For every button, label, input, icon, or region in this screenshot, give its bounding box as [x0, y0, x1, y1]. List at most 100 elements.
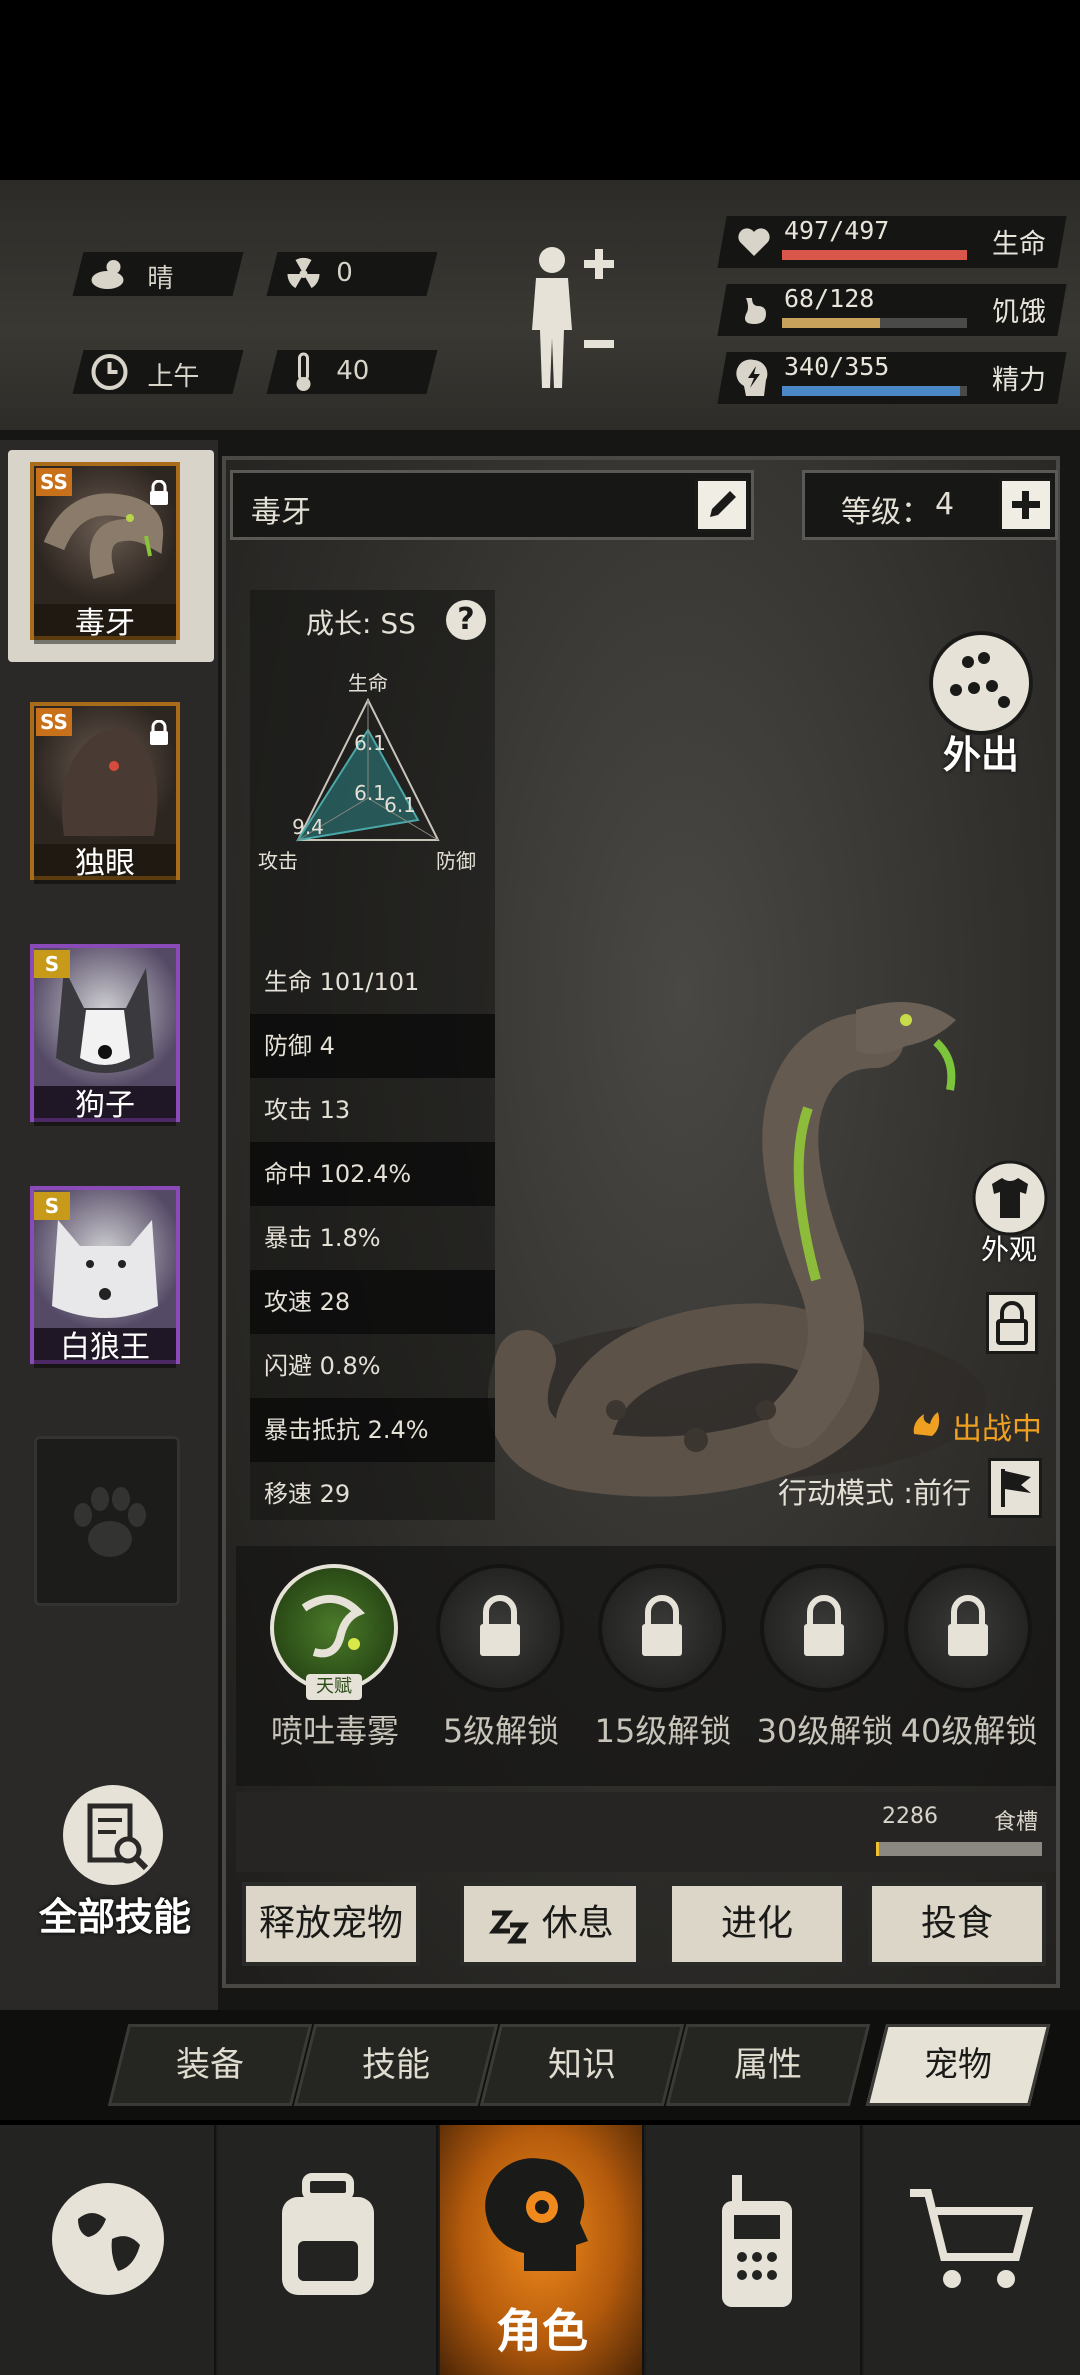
skill-label: 40级解锁	[900, 1712, 1038, 1750]
all-skills-label: 全部技能	[38, 1895, 191, 1939]
health-label: 生命	[992, 229, 1046, 260]
locked-skill-icon	[904, 1564, 1032, 1692]
pet-slot-name: 狗子	[34, 1086, 176, 1126]
locked-skill-icon	[598, 1564, 726, 1692]
pet-slot-name: 独眼	[34, 844, 176, 884]
food-label: 食槽	[994, 1810, 1039, 1835]
time-of-day: 上午	[147, 362, 200, 392]
sleep-zz-icon	[489, 1910, 530, 1944]
stat-defense: 防御 4	[250, 1014, 495, 1078]
feed-button[interactable]: 投食	[868, 1882, 1046, 1966]
radar-left-label: 攻击	[258, 849, 298, 873]
skill-slot-4[interactable]: 40级解锁	[884, 1564, 1054, 1752]
radar-right-value: 6.1	[384, 793, 416, 817]
magnifier-document-icon	[63, 1785, 163, 1885]
pet-name-field[interactable]: 毒牙	[230, 470, 754, 540]
skill-slot-0[interactable]: 天赋 喷吐毒雾	[250, 1564, 420, 1752]
shirt-icon	[972, 1160, 1048, 1236]
clock-icon	[91, 354, 128, 390]
lock-pet-button[interactable]	[986, 1292, 1038, 1354]
empty-pet-slot[interactable]	[34, 1436, 180, 1606]
all-skills-button[interactable]: 全部技能	[20, 1780, 210, 1940]
tab-pets[interactable]: 宠物	[865, 2024, 1051, 2106]
food-amount: 2286	[882, 1804, 938, 1829]
weather-text: 晴	[147, 264, 174, 294]
lock-icon	[996, 1301, 1028, 1345]
food-track	[876, 1842, 1042, 1856]
pet-list-sidebar: 毒牙 SS 独眼 SS 狗子 S 白狼王 S 全部技能	[0, 440, 218, 2010]
tab-attributes[interactable]: 属性	[665, 2024, 871, 2106]
pet-slot-3[interactable]: 白狼王 S	[30, 1186, 180, 1368]
tab-knowledge[interactable]: 知识	[479, 2024, 685, 2106]
battle-status-text: 出战中	[952, 1412, 1042, 1447]
level-field: 等级： 4	[802, 470, 1058, 540]
energy-fill	[782, 386, 960, 396]
action-mode-button[interactable]	[988, 1458, 1042, 1518]
rename-button[interactable]	[695, 478, 749, 532]
head-gear-icon	[485, 2158, 588, 2271]
pet-slot-1[interactable]: 独眼 SS	[30, 702, 180, 884]
stat-health: 生命 101/101	[264, 968, 420, 996]
head-bolt-icon	[736, 359, 768, 396]
action-mode[interactable]: 行动模式 :前行	[760, 1456, 1060, 1526]
pet-slot-2[interactable]: 狗子 S	[30, 944, 180, 1126]
nav-shop[interactable]	[864, 2125, 1080, 2375]
radiation-pill: 0	[266, 252, 438, 296]
health-text: 497/497	[784, 216, 890, 245]
walkie-talkie-icon	[722, 2175, 792, 2307]
rest-button[interactable]: 休息	[460, 1882, 640, 1966]
locked-skill-icon	[436, 1564, 564, 1692]
nav-radio[interactable]	[646, 2125, 862, 2375]
lock-icon	[948, 1595, 988, 1656]
lock-icon	[642, 1595, 682, 1656]
nav-map[interactable]	[0, 2125, 216, 2375]
rank-badge: S	[34, 950, 70, 978]
heart-icon	[738, 228, 770, 256]
paw-tracks-icon	[929, 631, 1033, 735]
hunger-fill	[782, 318, 881, 328]
go-out-label: 外出	[942, 733, 1019, 777]
go-out-button[interactable]: 外出	[926, 628, 1036, 778]
tab-skills[interactable]: 技能	[293, 2024, 499, 2106]
nav-backpack[interactable]	[218, 2125, 438, 2375]
paw-print-icon	[74, 1487, 146, 1557]
stat-attack-speed: 攻速 28	[250, 1270, 495, 1334]
level-up-button[interactable]	[999, 478, 1053, 532]
skill-label: 15级解锁	[594, 1712, 732, 1750]
stat-dodge: 闪避 0.8%	[264, 1352, 381, 1380]
pet-slot-name: 毒牙	[34, 604, 176, 644]
hunger-bar: 68/128 饥饿	[717, 284, 1067, 336]
human-body-icon	[532, 247, 614, 388]
health-fill	[782, 250, 967, 260]
radar-center-value: 6.1	[354, 781, 386, 805]
temperature-pill: 40	[266, 350, 438, 394]
stat-crit: 暴击 1.8%	[264, 1224, 381, 1252]
growth-radar-chart: 生命 攻击 防御 6.1 9.4 6.1 6.1	[258, 671, 476, 873]
stomach-icon	[745, 298, 766, 324]
skill-slot-2[interactable]: 15级解锁	[578, 1564, 748, 1752]
level-label: 等级：	[841, 495, 931, 530]
status-header: 晴 0 上午 40 497/497 生命 68/128 饥饿 340/355 精…	[0, 180, 1080, 430]
radar-right-label: 防御	[436, 849, 476, 873]
lock-icon	[804, 1595, 844, 1656]
evolve-button[interactable]: 进化	[668, 1882, 846, 1966]
energy-text: 340/355	[784, 352, 890, 381]
skill-slot-1[interactable]: 5级解锁	[416, 1564, 586, 1752]
level-value: 4	[935, 487, 955, 522]
appearance-button[interactable]: 外观	[970, 1158, 1060, 1268]
pet-slot-0[interactable]: 毒牙 SS	[30, 462, 180, 644]
skills-row: 天赋 喷吐毒雾 5级解锁 15级解锁 30级解锁 40级解锁	[236, 1546, 1056, 1786]
temperature-value: 40	[336, 356, 370, 386]
category-tabs: 装备 技能 知识 属性 宠物	[0, 2010, 1080, 2120]
globe-icon	[52, 2183, 164, 2295]
release-pet-button[interactable]: 释放宠物	[242, 1882, 420, 1966]
tab-equipment[interactable]: 装备	[107, 2024, 313, 2106]
help-button[interactable]: ?	[446, 600, 486, 640]
rest-label: 休息	[541, 1903, 614, 1944]
stat-attack: 攻击 13	[264, 1096, 351, 1124]
thermometer-icon	[296, 352, 311, 391]
body-status-button[interactable]	[520, 242, 630, 392]
nav-character[interactable]: 角色	[440, 2125, 644, 2375]
battle-status: 出战中	[908, 1400, 1048, 1447]
growth-rank: 成长: SS	[306, 607, 416, 640]
